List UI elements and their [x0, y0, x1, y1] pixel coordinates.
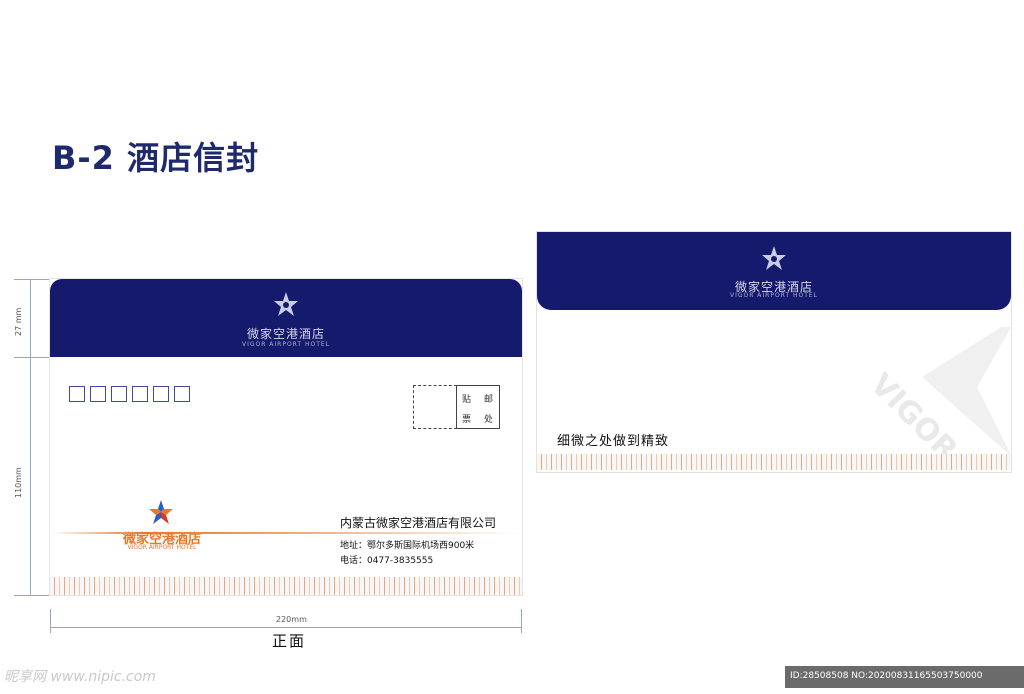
postcode-box: [174, 386, 190, 402]
slogan: 细微之处做到精致: [557, 434, 670, 449]
dimension-line-vertical: [30, 279, 31, 595]
postcode-box: [132, 386, 148, 402]
flap-brand-cn: 微家空港酒店: [246, 327, 325, 341]
star-logo-svg: [274, 292, 298, 316]
postcode-box: [69, 386, 85, 402]
postcode-box: [111, 386, 127, 402]
stamp-label-box: 贴 邮 票 处: [456, 385, 500, 429]
envelope-back: 微家空港酒店 VIGOR AIRPORT HOTEL VIGOR 细微之处做到精…: [537, 232, 1011, 472]
stamp-char: 邮: [484, 395, 494, 405]
dimension-label-flap: 27 mm: [14, 307, 23, 336]
dimension-tick-top: [14, 279, 50, 280]
star-logo-icon: [537, 245, 1011, 275]
stamp-placeholder: [413, 385, 457, 429]
postcode-box: [90, 386, 106, 402]
stamp-char: 票: [462, 415, 472, 425]
color-star-svg: [149, 500, 173, 524]
dimension-tick-bottom: [14, 595, 50, 596]
dimension-tick-mid: [14, 357, 50, 358]
star-logo-svg: [762, 246, 786, 270]
decorative-stripes: [50, 577, 522, 595]
company-phone: 电话：0477-3835555: [340, 556, 434, 566]
company-address: 地址：鄂尔多斯国际机场西900米: [340, 541, 475, 551]
flap-brand-en: VIGOR AIRPORT HOTEL: [729, 292, 819, 299]
footer-id-text: ID:28508508 NO:20200831165503750000: [790, 671, 983, 681]
company-name: 内蒙古微家空港酒店有限公司: [340, 516, 497, 530]
page-title: B-2 酒店信封: [52, 139, 260, 177]
dimension-tick-left: [50, 609, 51, 633]
dimension-label-width: 220mm: [276, 615, 307, 624]
site-watermark: 昵享网 www.nipic.com: [4, 669, 156, 685]
orange-rule: [50, 532, 522, 534]
stamp-char: 贴: [462, 395, 472, 405]
dimension-label-body: 110mm: [14, 467, 23, 498]
vigor-watermark: VIGOR: [863, 320, 1011, 468]
dimension-line-horizontal: [50, 627, 522, 628]
postcode-box: [153, 386, 169, 402]
star-logo-icon: [50, 291, 522, 321]
dimension-tick-right: [521, 609, 522, 633]
envelope-back-flap: 微家空港酒店 VIGOR AIRPORT HOTEL: [537, 232, 1011, 310]
stamp-char: 处: [484, 415, 494, 425]
envelope-front: 微家空港酒店 VIGOR AIRPORT HOTEL 贴 邮 票 处 微家空港酒…: [50, 279, 522, 595]
flap-brand-en: VIGOR AIRPORT HOTEL: [241, 341, 331, 348]
front-label: 正面: [272, 632, 307, 650]
envelope-front-flap: 微家空港酒店 VIGOR AIRPORT HOTEL: [50, 279, 522, 357]
logo-brand-en: VIGOR AIRPORT HOTEL: [127, 544, 197, 551]
color-star-logo-icon: [148, 499, 174, 529]
decorative-stripes: [537, 454, 1011, 470]
